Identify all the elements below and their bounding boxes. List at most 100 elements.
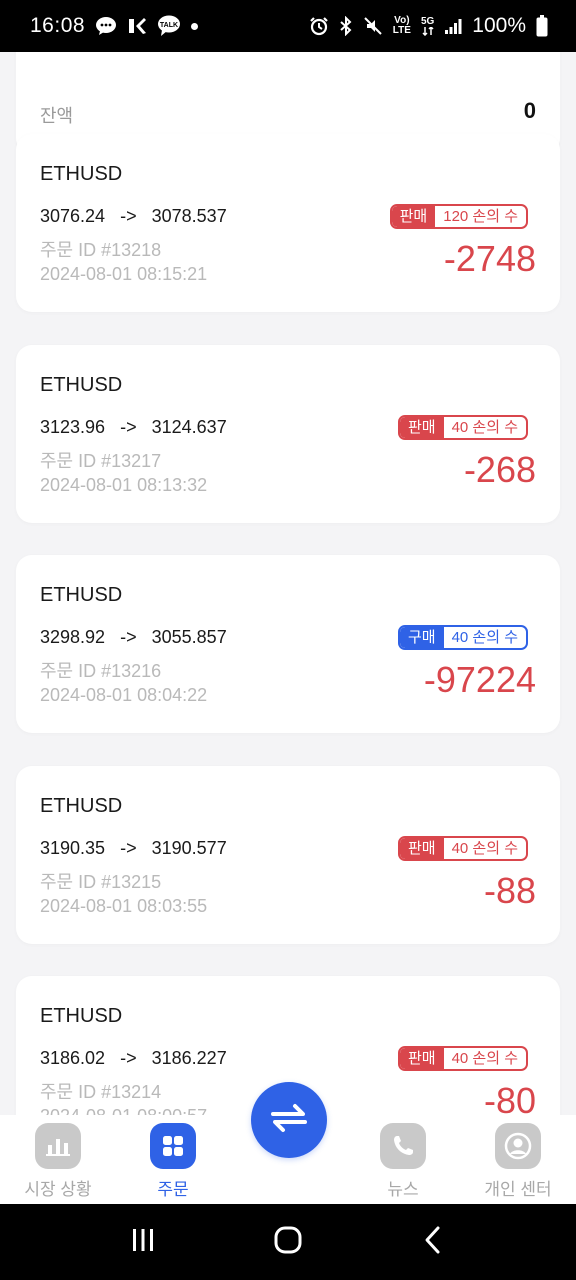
order-open-price: 3076.24: [40, 206, 106, 226]
order-pnl: -80: [483, 1080, 536, 1115]
app-notification-icon: [127, 16, 147, 36]
home-icon: [273, 1225, 303, 1260]
order-symbol: ETHUSD: [40, 1005, 123, 1027]
order-open-price: 3123.96: [40, 417, 106, 437]
order-card[interactable]: ETHUSD 3190.35 -> 3190.577 주문 ID #13215 …: [16, 766, 560, 944]
arrow-text: ->: [120, 1048, 137, 1068]
swap-icon: [269, 1103, 309, 1138]
status-bar: 16:08 TALK Vo) LTE 5G 100%: [0, 0, 576, 52]
order-open-price: 3186.02: [40, 1048, 106, 1068]
order-close-price: 3124.637: [151, 417, 227, 437]
order-pnl: -268: [463, 449, 536, 490]
order-id: 주문 ID #13216: [40, 661, 162, 681]
nav-label: 시장 상황: [24, 1180, 92, 1199]
person-icon: [495, 1123, 541, 1169]
order-symbol: ETHUSD: [40, 584, 123, 606]
chat-icon: [95, 16, 117, 36]
nav-item-market[interactable]: 시장 상황: [8, 1123, 108, 1200]
balance-label: 잔액: [40, 106, 74, 126]
alarm-icon: [309, 16, 329, 36]
status-time: 16:08: [30, 14, 86, 37]
balance-value: 0: [523, 98, 536, 123]
order-time: 2024-08-01 08:04:22: [40, 685, 208, 705]
order-time: 2024-08-01 08:03:55: [40, 896, 208, 916]
order-card[interactable]: ETHUSD 3076.24 -> 3078.537 주문 ID #13218 …: [16, 134, 560, 312]
order-id: 주문 ID #13214: [40, 1082, 162, 1102]
order-pnl: -97224: [423, 659, 536, 700]
order-symbol: ETHUSD: [40, 374, 123, 396]
order-prices: 3186.02 -> 3186.227: [40, 1048, 227, 1069]
order-lots: 120 손의 수: [435, 206, 526, 227]
order-side: 구매: [399, 627, 444, 648]
order-close-price: 3078.537: [151, 206, 227, 226]
order-pnl: -2748: [443, 238, 536, 279]
battery-icon: [536, 15, 548, 37]
trade-fab-button[interactable]: [251, 1082, 327, 1158]
order-badge: 판매 120 손의 수: [389, 204, 528, 229]
system-nav-bar: [0, 1204, 576, 1280]
order-pnl: -88: [483, 870, 536, 911]
recents-button[interactable]: [113, 1212, 173, 1272]
order-time: 2024-08-01 08:13:32: [40, 475, 208, 495]
order-card[interactable]: ETHUSD 3298.92 -> 3055.857 주문 ID #13216 …: [16, 555, 560, 733]
volte-icon: Vo) LTE: [392, 15, 411, 36]
arrow-text: ->: [120, 206, 137, 226]
arrow-text: ->: [120, 417, 137, 437]
chart-icon: [35, 1123, 81, 1169]
order-id: 주문 ID #13218: [40, 240, 162, 260]
order-prices: 3076.24 -> 3078.537: [40, 206, 227, 227]
order-side: 판매: [399, 1048, 444, 1069]
arrow-text: ->: [120, 627, 137, 647]
order-prices: 3123.96 -> 3124.637: [40, 417, 227, 438]
order-prices: 3190.35 -> 3190.577: [40, 838, 227, 859]
order-open-price: 3298.92: [40, 627, 106, 647]
five-g-icon: 5G: [421, 16, 434, 36]
battery-percent: 100%: [472, 14, 526, 37]
phone-icon: [380, 1123, 426, 1169]
nav-item-orders[interactable]: 주문: [123, 1123, 223, 1200]
status-bar-right: Vo) LTE 5G 100%: [309, 14, 548, 38]
order-open-price: 3190.35: [40, 838, 106, 858]
order-lots: 40 손의 수: [443, 627, 526, 648]
order-lots: 40 손의 수: [443, 1048, 526, 1069]
order-badge: 판매 40 손의 수: [397, 836, 528, 861]
nav-item-profile[interactable]: 개인 센터: [468, 1123, 568, 1200]
order-side: 판매: [399, 417, 444, 438]
nav-item-news[interactable]: 뉴스: [353, 1123, 453, 1200]
back-icon: [422, 1225, 444, 1260]
nav-label: 주문: [157, 1180, 189, 1199]
bluetooth-icon: [339, 16, 353, 36]
order-prices: 3298.92 -> 3055.857: [40, 627, 227, 648]
orders-list[interactable]: 잔액 0 ETHUSD 3076.24 -> 3078.537 주문 ID #1…: [0, 52, 576, 1115]
order-side: 판매: [399, 838, 444, 859]
order-card[interactable]: ETHUSD 3123.96 -> 3124.637 주문 ID #13217 …: [16, 345, 560, 523]
order-time: 2024-08-01 08:15:21: [40, 264, 208, 284]
order-close-price: 3186.227: [151, 1048, 227, 1068]
status-bar-left: 16:08 TALK: [30, 14, 199, 38]
order-lots: 40 손의 수: [443, 417, 526, 438]
home-button[interactable]: [258, 1212, 318, 1272]
arrow-text: ->: [120, 838, 137, 858]
nav-label: 개인 센터: [484, 1180, 552, 1199]
signal-icon: [444, 17, 462, 35]
order-symbol: ETHUSD: [40, 163, 123, 185]
order-id: 주문 ID #13215: [40, 872, 162, 892]
order-side: 판매: [391, 206, 436, 227]
order-badge: 판매 40 손의 수: [397, 415, 528, 440]
svg-text:TALK: TALK: [160, 22, 178, 29]
order-badge: 판매 40 손의 수: [397, 1046, 528, 1071]
order-id: 주문 ID #13217: [40, 451, 162, 471]
mute-icon: [363, 16, 383, 36]
order-time: 2024-08-01 08:00:57: [40, 1106, 207, 1115]
notification-dot-icon: [191, 22, 199, 30]
nav-label: 뉴스: [387, 1180, 419, 1199]
order-lots: 40 손의 수: [443, 838, 526, 859]
order-symbol: ETHUSD: [40, 795, 123, 817]
order-badge: 구매 40 손의 수: [397, 625, 528, 650]
recents-icon: [130, 1227, 156, 1258]
order-close-price: 3055.857: [151, 627, 227, 647]
back-button[interactable]: [403, 1212, 463, 1272]
talk-icon: TALK: [157, 15, 181, 37]
grid-icon: [150, 1123, 196, 1169]
order-close-price: 3190.577: [151, 838, 227, 858]
